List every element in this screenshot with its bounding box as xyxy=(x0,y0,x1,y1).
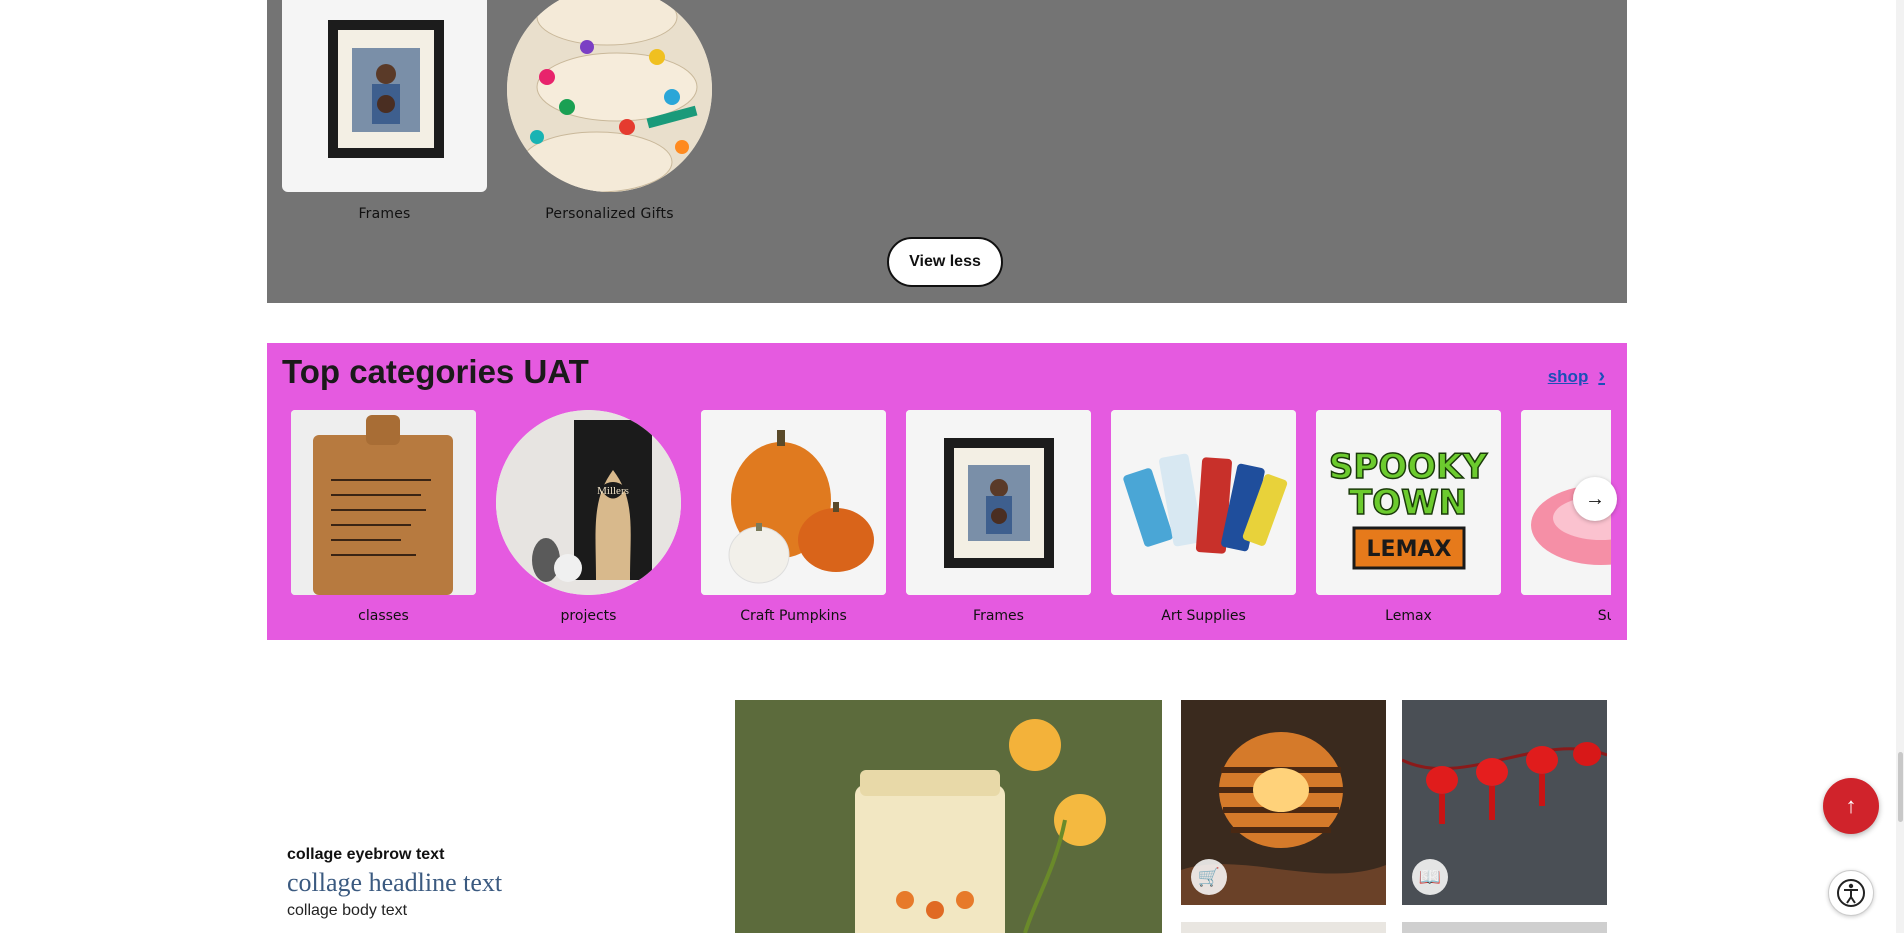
category-label: Craft Pumpkins xyxy=(740,608,847,624)
craft-pumpkins-image xyxy=(701,410,886,595)
section-title: Top categories UAT xyxy=(282,353,589,390)
page-scrollbar[interactable] xyxy=(1896,0,1904,933)
category-card-projects[interactable]: Millers projects xyxy=(496,410,681,624)
cart-icon: 🛒 xyxy=(1197,866,1221,888)
shop-cart-badge[interactable]: 🛒 xyxy=(1191,859,1227,895)
collage-headline: collage headline text xyxy=(287,868,503,897)
category-card-classes[interactable]: classes xyxy=(291,410,476,624)
category-label: Frames xyxy=(358,206,411,222)
category-label: classes xyxy=(358,608,409,624)
read-project-badge[interactable]: 📖 xyxy=(1412,859,1448,895)
shop-link[interactable]: shop › xyxy=(1548,365,1605,388)
collage-tile-red-lanterns[interactable]: 📖 xyxy=(1402,700,1607,905)
category-card-frames[interactable]: Frames xyxy=(906,410,1091,624)
category-label: Personalized Gifts xyxy=(545,206,674,222)
category-card-art-supplies[interactable]: Art Supplies xyxy=(1111,410,1296,624)
category-label: Sum xyxy=(1597,608,1611,624)
sign-text: Millers xyxy=(597,485,629,497)
category-card-craft-pumpkins[interactable]: Craft Pumpkins xyxy=(701,410,886,624)
scrollbar-thumb[interactable] xyxy=(1898,752,1903,822)
collage-body: collage body text xyxy=(287,902,408,919)
category-card-frames[interactable]: Frames xyxy=(282,0,487,222)
accessibility-button[interactable] xyxy=(1828,870,1874,916)
collage-tile-candle[interactable] xyxy=(735,700,1162,933)
category-label: Lemax xyxy=(1385,608,1432,624)
collage-tile-lantern[interactable]: 🛒 xyxy=(1181,700,1386,905)
carousel-next-button[interactable]: → xyxy=(1573,477,1617,521)
art-supplies-image xyxy=(1111,410,1296,595)
collage-tile-partial[interactable] xyxy=(1181,922,1386,933)
svg-text:LEMAX: LEMAX xyxy=(1367,537,1452,562)
view-less-button[interactable]: View less xyxy=(887,237,1003,287)
collage-eyebrow: collage eyebrow text xyxy=(287,846,445,863)
featured-categories-section: Frames Personalized Gifts View less xyxy=(267,0,1627,303)
arrow-right-icon: → xyxy=(1585,487,1605,510)
shop-link-label: shop xyxy=(1547,366,1589,386)
svg-text:SPOOKY: SPOOKY xyxy=(1329,447,1488,487)
top-categories-section: Top categories UAT shop › classes Miller… xyxy=(267,343,1627,640)
arrow-up-icon: ↑ xyxy=(1845,793,1857,818)
category-card-lemax[interactable]: SPOOKY TOWN LEMAX Lemax xyxy=(1316,410,1501,624)
category-card-personalized-gifts[interactable]: Personalized Gifts xyxy=(507,0,712,222)
frames-image xyxy=(282,0,487,192)
lemax-image: SPOOKY TOWN LEMAX xyxy=(1316,410,1501,595)
book-icon: 📖 xyxy=(1418,866,1442,888)
category-carousel: classes Millers projects Craft Pumpkins … xyxy=(291,410,1611,630)
category-label: Frames xyxy=(973,608,1024,624)
frames-image xyxy=(906,410,1091,595)
collage-text-block: collage eyebrow text collage headline te… xyxy=(287,846,502,920)
projects-image: Millers xyxy=(496,410,681,595)
svg-text:TOWN: TOWN xyxy=(1349,483,1467,523)
category-label: Art Supplies xyxy=(1161,608,1246,624)
accessibility-icon xyxy=(1837,879,1865,907)
back-to-top-button[interactable]: ↑ xyxy=(1823,778,1879,834)
personalized-gifts-image xyxy=(507,0,712,192)
collage-tile-partial[interactable] xyxy=(1402,922,1607,933)
category-label: projects xyxy=(560,608,617,624)
chevron-right-icon: › xyxy=(1598,365,1605,387)
classes-image xyxy=(291,410,476,595)
